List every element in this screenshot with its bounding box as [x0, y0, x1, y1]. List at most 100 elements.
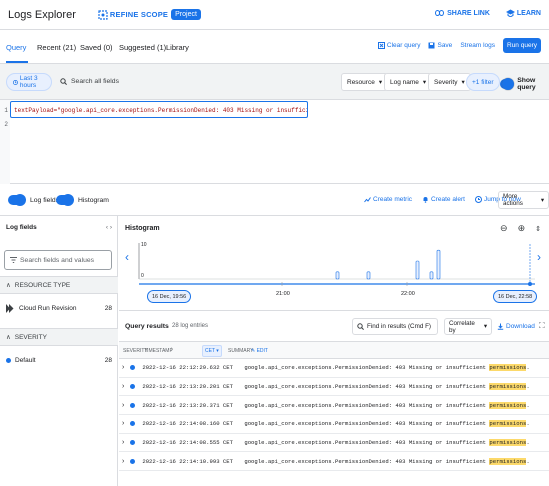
query-results-panel: Query results 28 log entries Find in res…: [119, 311, 549, 486]
histogram-bar[interactable]: [429, 271, 434, 280]
log-summary: google.api_core.exceptions.PermissionDen…: [244, 457, 530, 465]
histogram-toggle[interactable]: Histogram: [56, 194, 109, 206]
collapse-panel-icon[interactable]: ‹ ›: [106, 224, 112, 231]
share-link-button[interactable]: SHARE LINK: [435, 10, 490, 17]
log-message-end: .: [526, 382, 530, 390]
show-query-toggle[interactable]: Show query: [500, 77, 549, 91]
expand-row-icon[interactable]: ›: [122, 420, 124, 427]
range-start-label[interactable]: 16 Dec, 19:56: [147, 290, 192, 303]
field-search-placeholder: Search fields and values: [20, 256, 95, 264]
resource-type-section-header[interactable]: ∧ RESOURCE TYPE: [0, 276, 118, 294]
sort-arrow-icon[interactable]: ↑: [170, 347, 173, 353]
highlighted-term: permissions: [489, 382, 527, 390]
run-query-button[interactable]: Run query: [503, 38, 541, 53]
expand-row-icon[interactable]: ›: [122, 439, 124, 446]
filter-toolbar: Last 3 hours Search all fields Resource ▾…: [0, 64, 549, 100]
edit-label: EDIT: [256, 348, 268, 354]
log-name-dropdown[interactable]: Log name ▾: [384, 73, 433, 91]
tab-suggested[interactable]: Suggested (1): [119, 43, 166, 52]
histogram-bar[interactable]: [335, 271, 340, 280]
severity-dropdown[interactable]: Severity ▾: [428, 73, 471, 91]
log-row[interactable]: › 2022-12-16 22:14:08.555 CET google.api_c…: [119, 434, 549, 453]
tab-library[interactable]: Library: [166, 43, 189, 52]
refine-scope-button[interactable]: REFINE SCOPE: [98, 9, 168, 20]
show-query-switch[interactable]: [500, 78, 515, 90]
expand-row-icon[interactable]: ›: [122, 402, 124, 409]
log-row[interactable]: › 2022-12-16 22:12:29.632 CET google.api_c…: [119, 359, 549, 378]
top-bar: Logs Explorer REFINE SCOPE Project SHARE…: [0, 0, 549, 30]
log-timestamp: 2022-12-16 22:14:10.993 CET: [142, 457, 233, 465]
histogram-bar[interactable]: [436, 249, 441, 280]
range-end-label[interactable]: 16 Dec, 22:58: [493, 290, 538, 303]
log-row[interactable]: › 2022-12-16 22:13:20.371 CET google.api_c…: [119, 396, 549, 415]
results-header: Query results 28 log entries Find in res…: [119, 311, 549, 341]
expand-row-icon[interactable]: ›: [122, 383, 124, 390]
expand-row-icon[interactable]: ›: [122, 458, 124, 465]
save-query-button[interactable]: Save: [428, 42, 452, 49]
resource-dropdown[interactable]: Resource ▾: [341, 73, 389, 91]
correlate-by-label: Correlate by: [449, 319, 475, 334]
axis-tick-2200: 22:00: [401, 291, 415, 297]
top-links: SHARE LINK LEARN: [435, 9, 541, 17]
log-row[interactable]: › 2022-12-16 22:13:20.201 CET google.api_c…: [119, 378, 549, 397]
active-tab-indicator: [6, 61, 28, 63]
axis-tick-2100: 21:00: [276, 291, 290, 297]
time-range-label: Last 3 hours: [19, 75, 38, 89]
histogram-bar[interactable]: [415, 260, 420, 280]
create-alert-button[interactable]: Create alert: [422, 196, 465, 203]
clear-query-button[interactable]: Clear query: [377, 42, 420, 49]
severity-item[interactable]: Default 28: [0, 357, 118, 364]
create-metric-button[interactable]: Create metric: [364, 196, 412, 203]
chevron-down-icon: ▾: [378, 79, 383, 86]
refine-scope-icon: [98, 9, 108, 20]
chevron-down-icon: ▾: [483, 323, 487, 330]
correlate-by-dropdown[interactable]: Correlate by ▾: [444, 318, 492, 335]
more-actions-label: More actions: [503, 193, 523, 207]
highlighted-term: permissions: [489, 364, 527, 372]
severity-default-icon: [130, 458, 136, 464]
edit-summary-button[interactable]: ✎ EDIT: [251, 348, 268, 354]
log-message-end: .: [526, 401, 530, 409]
tab-saved[interactable]: Saved (0): [80, 43, 113, 52]
histogram-bar[interactable]: [366, 271, 371, 280]
search-icon: [60, 78, 67, 85]
resource-type-item[interactable]: Cloud Run Revision 28: [0, 304, 118, 313]
show-query-label: Show query: [517, 77, 536, 91]
col-timestamp[interactable]: TIMESTAMP: [144, 348, 173, 354]
query-text[interactable]: textPayload="google.api_core.exceptions.…: [10, 101, 308, 118]
log-message: google.api_core.exceptions.PermissionDen…: [244, 364, 487, 372]
school-icon: [505, 9, 515, 17]
more-actions-dropdown[interactable]: More actions ▾: [498, 191, 549, 209]
log-fields-switch[interactable]: [8, 194, 26, 206]
search-all-fields[interactable]: Search all fields: [60, 78, 119, 85]
download-icon: [497, 323, 504, 330]
fullscreen-icon[interactable]: ⛶: [539, 321, 545, 331]
project-chip[interactable]: Project: [171, 9, 201, 20]
query-actions: Clear query Save Stream logs Run query: [377, 38, 541, 53]
clock-icon: [13, 79, 18, 85]
time-range-button[interactable]: Last 3 hours: [6, 73, 52, 91]
log-fields-header: Log fields ‹ ›: [0, 224, 118, 231]
highlighted-term: permissions: [489, 439, 527, 447]
plus-filter-chip[interactable]: +1 filter: [466, 73, 500, 91]
severity-default-icon: [130, 440, 136, 446]
find-in-results-input[interactable]: Find in results (Cmd F): [352, 318, 438, 335]
timezone-dropdown[interactable]: CET ▾: [202, 345, 222, 357]
histogram-switch[interactable]: [56, 194, 74, 206]
tab-recent[interactable]: Recent (21): [37, 43, 76, 52]
log-message: google.api_core.exceptions.PermissionDen…: [244, 382, 487, 390]
log-row[interactable]: › 2022-12-16 22:14:10.993 CET google.api_c…: [119, 453, 549, 471]
search-icon: [357, 323, 364, 330]
log-message: google.api_core.exceptions.PermissionDen…: [244, 420, 487, 428]
log-row[interactable]: › 2022-12-16 22:14:08.160 CET google.api_c…: [119, 415, 549, 434]
stream-logs-button[interactable]: Stream logs: [460, 42, 495, 49]
tab-query[interactable]: Query: [6, 43, 26, 52]
chevron-down-icon: ▾: [461, 79, 465, 86]
field-search-input[interactable]: Search fields and values: [4, 250, 112, 270]
download-button[interactable]: Download: [497, 323, 535, 330]
log-fields-toggle[interactable]: Log fields: [8, 194, 59, 206]
log-summary: google.api_core.exceptions.PermissionDen…: [244, 420, 530, 428]
learn-button[interactable]: LEARN: [505, 9, 541, 17]
expand-row-icon[interactable]: ›: [122, 364, 124, 371]
severity-section-header[interactable]: ∧ SEVERITY: [0, 328, 118, 346]
